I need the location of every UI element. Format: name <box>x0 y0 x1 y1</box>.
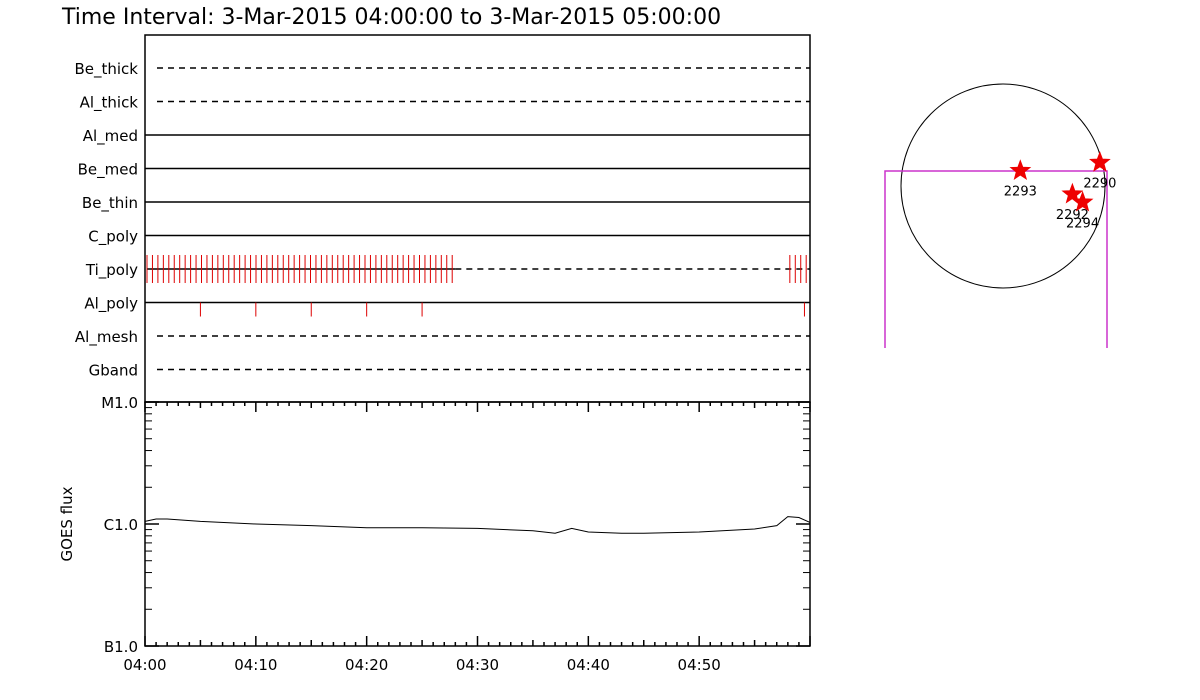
active-region-label: 2294 <box>1066 216 1099 231</box>
goes-x-tick-label: 04:30 <box>456 656 499 674</box>
active-region-label: 2293 <box>1004 185 1037 200</box>
timeline-row-label: Ti_poly <box>85 261 138 280</box>
goes-x-tick-label: 04:10 <box>234 656 277 674</box>
goes-x-tick-label: 04:00 <box>123 656 166 674</box>
timeline-row-label: Al_poly <box>84 295 138 314</box>
timeline-row-label: Al_thick <box>80 94 139 113</box>
goes-y-tick-label: B1.0 <box>104 638 138 656</box>
sun-map-panel: 2290229322922294 <box>884 83 1116 348</box>
active-region-label: 2290 <box>1083 177 1116 192</box>
goes-panel: B1.0 C1.0 M1.0 04:00 04:10 04:20 04:30 04:40 04:… <box>58 394 811 674</box>
timeline-row-label: Gband <box>89 362 138 380</box>
goes-y-tick-label: C1.0 <box>104 516 138 534</box>
goes-y-axis-label: GOES flux <box>58 486 76 561</box>
timeline-row-label: Be_thin <box>82 194 138 213</box>
goes-x-tick-label: 04:20 <box>345 656 388 674</box>
goes-frame <box>144 401 811 647</box>
timeline-row-label: Be_med <box>78 161 138 180</box>
figure: Time Interval: 3-Mar-2015 04:00:00 to 3-… <box>58 5 1116 674</box>
timeline-row-label: C_poly <box>88 228 138 247</box>
timeline-row-label: Be_thick <box>74 60 138 79</box>
timeline-row-label: Al_med <box>83 127 138 146</box>
active-region-star <box>1089 151 1111 172</box>
goes-x-tick-label: 04:50 <box>678 656 721 674</box>
timeline-frame <box>144 34 811 403</box>
timeline-row-label: Al_mesh <box>75 328 138 347</box>
timeline-panel: Be_thick Al_thick Al_med Be_med Be_thin C_pol… <box>74 34 811 403</box>
goes-y-tick-label: M1.0 <box>101 394 138 412</box>
active-region-star <box>1009 159 1032 180</box>
goes-x-tick-label: 04:40 <box>567 656 610 674</box>
figure-title: Time Interval: 3-Mar-2015 04:00:00 to 3-… <box>61 5 721 30</box>
goes-flux-series <box>144 516 811 534</box>
